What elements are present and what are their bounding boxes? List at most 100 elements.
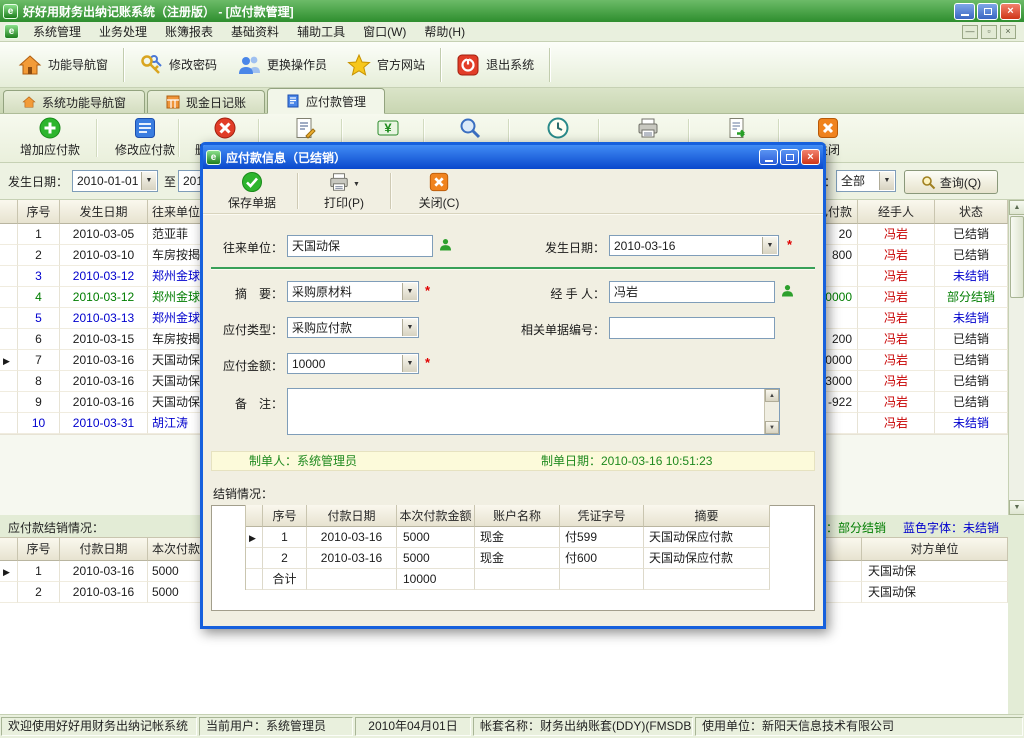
dialog-close-button[interactable]: × [801,149,820,165]
menu-window[interactable]: 窗口(W) [354,22,415,42]
summary-combo[interactable]: 采购原材料 [287,281,419,302]
payable-type-combo[interactable]: 采购应付款 [287,317,419,338]
dialog-restore-button[interactable] [780,149,799,165]
cell-seq: 6 [18,329,60,350]
home-tab-icon [22,95,36,109]
cell-date: 2010-03-12 [60,266,148,287]
cell-pay-amount: 5000 [397,548,475,569]
mdi-close-icon[interactable]: × [1000,25,1016,39]
tab-cash-journal[interactable]: 现金日记账 [147,90,265,113]
tab-nav-window[interactable]: 系统功能导航窗 [3,90,145,113]
dialog-titlebar[interactable]: e 应付款信息（已结销） × [203,145,823,169]
change-password-button[interactable]: 修改密码 [129,49,227,81]
note-textarea[interactable]: ▲▼ [287,388,780,435]
dialog-close-toolbar-button[interactable]: 关闭(C) [391,170,487,213]
chevron-down-icon[interactable] [879,172,894,190]
mdi-restore-icon[interactable]: ▫ [981,25,997,39]
orange-close-icon [428,171,450,193]
header-handler[interactable]: 经手人 [858,200,935,224]
cell-date: 2010-03-12 [60,287,148,308]
header-account[interactable]: 账户名称 [475,505,560,527]
export-button[interactable] [695,116,781,140]
chevron-down-icon[interactable] [402,283,417,300]
cell-handler: 冯岩 [858,392,935,413]
settle-document-button[interactable] [262,116,348,140]
header-pay-date[interactable]: 付款日期 [60,538,148,561]
menu-help[interactable]: 帮助(H) [415,22,474,42]
dialog-print-button[interactable]: 打印(P) [298,170,390,213]
chevron-down-icon[interactable] [762,237,777,254]
payable-info-dialog: e 应付款信息（已结销） × 保存单据 打印(P) [200,142,826,629]
search-button[interactable] [427,116,513,140]
header-pay-amount[interactable]: 本次付款金额 [397,505,475,527]
chevron-down-icon[interactable] [141,172,156,190]
unit-input[interactable]: 天国动保 [287,235,433,257]
row-selector [0,308,18,329]
clock-button[interactable] [515,116,601,140]
cell-seq: 7 [18,350,60,371]
menu-basedata[interactable]: 基础资料 [222,22,288,42]
vertical-scrollbar[interactable]: ▲ ▼ [1008,200,1024,515]
header-pay-date[interactable]: 付款日期 [307,505,397,527]
note-scrollbar[interactable]: ▲▼ [764,389,779,434]
save-voucher-button[interactable]: 保存单据 [207,170,297,213]
handler-input[interactable]: 冯岩 [609,281,775,303]
cell-seq: 3 [18,266,60,287]
payable-doc-icon [286,94,300,108]
minimize-button[interactable] [954,3,975,20]
scroll-up-icon[interactable]: ▲ [1009,200,1024,215]
row-selector-arrow-icon [0,561,18,582]
menu-business[interactable]: 业务处理 [90,22,156,42]
nav-window-button[interactable]: 功能导航窗 [8,49,118,81]
header-voucher[interactable]: 凭证字号 [560,505,644,527]
mdi-minimize-icon[interactable]: — [962,25,978,39]
header-summary[interactable]: 摘要 [644,505,770,527]
tab-payables[interactable]: 应付款管理 [267,88,385,114]
official-website-button[interactable]: 官方网站 [337,49,435,81]
date-from-combo[interactable]: 2010-01-01 [72,170,158,192]
chevron-down-icon[interactable] [402,319,417,336]
unit-picker-person-icon[interactable] [439,238,452,251]
header-counterparty[interactable]: 对方单位 [862,538,1008,561]
settle-grid-header: 序号 付款日期 本次付款金额 账户名称 凭证字号 摘要 [246,505,770,527]
cell-voucher: 付599 [560,527,644,548]
chevron-down-icon[interactable] [402,355,417,372]
cell-pay-date: 2010-03-16 [60,582,148,603]
header-seq[interactable]: 序号 [18,538,60,561]
scroll-down-icon[interactable]: ▼ [1009,500,1024,515]
payable-amount-combo[interactable]: 10000 [287,353,419,374]
settle-row-selected[interactable]: 1 2010-03-16 5000 现金 付599 天国动保应付款 [246,527,770,548]
header-date[interactable]: 发生日期 [60,200,148,224]
menu-system[interactable]: 系统管理 [24,22,90,42]
scrollbar-thumb[interactable] [1010,216,1024,298]
query-button[interactable]: 查询(Q) [904,170,998,194]
titlebar[interactable]: e 好好用财务出纳记账系统（注册版） - [应付款管理] × [0,0,1024,22]
row-selector [0,413,18,434]
print-dropdown-icon[interactable] [353,175,360,189]
ref-no-input[interactable] [609,317,775,339]
settle-row[interactable]: 2 2010-03-16 5000 现金 付600 天国动保应付款 [246,548,770,569]
cell-seq: 4 [18,287,60,308]
restore-button[interactable] [977,3,998,20]
money-button[interactable]: ¥ [345,116,431,140]
required-mark: * [425,283,430,298]
header-status[interactable]: 状态 [935,200,1008,224]
scroll-down-icon[interactable]: ▼ [765,421,779,434]
scroll-up-icon[interactable]: ▲ [765,389,779,402]
occur-date-combo[interactable]: 2010-03-16 [609,235,779,256]
status-filter-combo[interactable]: 全部 [836,170,896,192]
switch-operator-button[interactable]: 更换操作员 [227,49,337,81]
official-website-label: 官方网站 [377,56,425,73]
header-seq[interactable]: 序号 [263,505,307,527]
menu-tools[interactable]: 辅助工具 [288,22,354,42]
cell-handler: 冯岩 [858,371,935,392]
dialog-minimize-button[interactable] [759,149,778,165]
menu-reports[interactable]: 账簿报表 [156,22,222,42]
edit-payable-button[interactable]: 修改应付款 [102,116,188,158]
close-button[interactable]: × [1000,3,1021,20]
exit-system-button[interactable]: 退出系统 [446,49,544,81]
add-payable-button[interactable]: 增加应付款 [7,116,93,158]
header-seq[interactable]: 序号 [18,200,60,224]
handler-picker-person-icon[interactable] [781,284,794,297]
print-list-button[interactable] [605,116,691,140]
